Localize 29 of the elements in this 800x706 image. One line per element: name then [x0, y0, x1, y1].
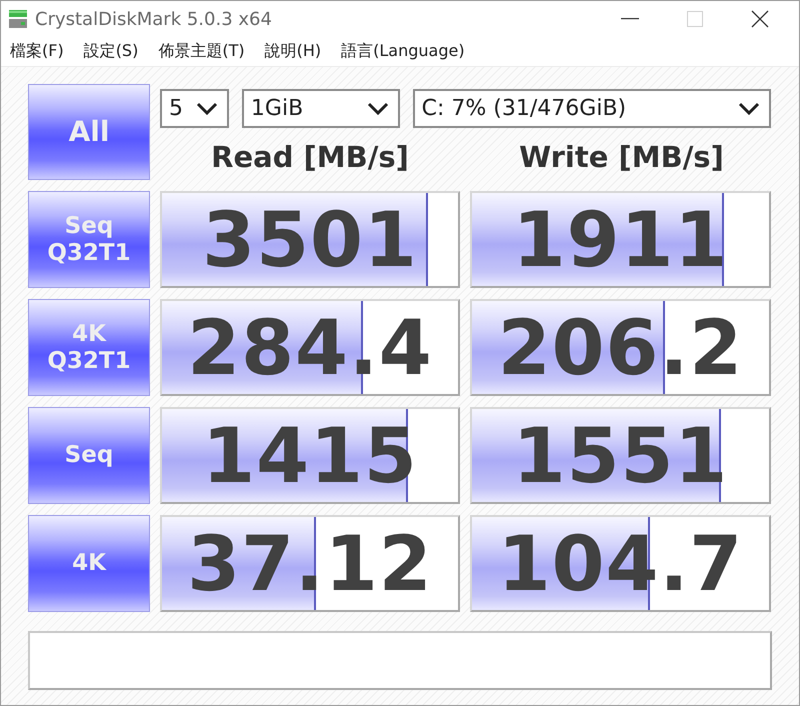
- test-button[interactable]: Seq: [28, 407, 150, 504]
- result-value: 284.4: [187, 310, 433, 386]
- chevron-down-icon: [738, 102, 760, 115]
- test-button[interactable]: Seq Q32T1: [28, 191, 150, 288]
- menu-item[interactable]: 語言(Language): [341, 41, 465, 62]
- comment-field[interactable]: [28, 631, 772, 690]
- run-all-button[interactable]: All: [28, 84, 150, 180]
- close-icon[interactable]: [751, 10, 769, 28]
- window-title: CrystalDiskMark 5.0.3 x64: [35, 8, 272, 30]
- menu-item[interactable]: 佈景主題(T): [158, 41, 245, 62]
- menu-item[interactable]: 檔案(F): [10, 41, 64, 62]
- chevron-down-icon: [366, 102, 389, 115]
- drive-dropdown[interactable]: C: 7% (31/476GiB): [412, 89, 771, 128]
- test-button[interactable]: 4K: [28, 515, 150, 612]
- result-value: 3501: [202, 202, 418, 278]
- test-button[interactable]: 4K Q32T1: [28, 299, 150, 396]
- column-header: Write [MB/s]: [519, 139, 724, 175]
- menu-item[interactable]: 說明(H): [264, 41, 322, 62]
- result-value: 1911: [512, 202, 728, 278]
- column-header: Read [MB/s]: [211, 139, 409, 175]
- result-value: 1415: [202, 418, 418, 494]
- chevron-down-icon: [196, 102, 218, 115]
- size-dropdown[interactable]: 1GiB: [242, 89, 400, 128]
- minimize-icon[interactable]: [621, 18, 639, 20]
- menu-item[interactable]: 設定(S): [84, 41, 138, 62]
- result-value: 206.2: [498, 310, 744, 386]
- drive-icon: [8, 9, 28, 29]
- count-dropdown[interactable]: 5: [160, 89, 229, 128]
- result-value: 1551: [512, 418, 728, 494]
